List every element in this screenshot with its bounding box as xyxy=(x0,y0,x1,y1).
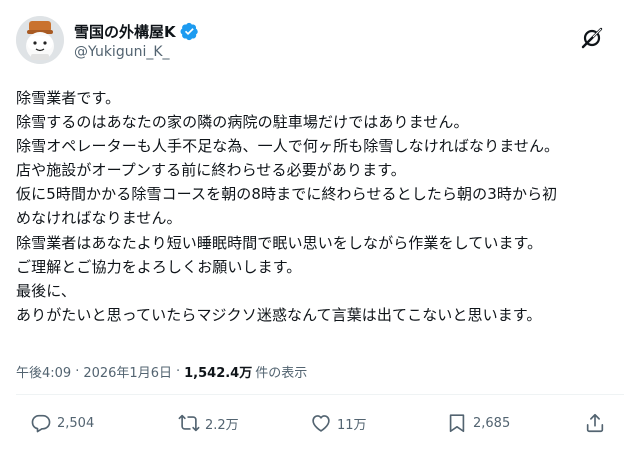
share-icon xyxy=(586,413,604,433)
views-count: 1,542.4万 xyxy=(184,366,253,381)
meta-separator: · xyxy=(75,364,80,379)
post-time[interactable]: 午後4:09 xyxy=(16,362,71,381)
tweet-line: 最後に、 xyxy=(16,281,76,300)
bookmark-count: 2,685 xyxy=(473,415,511,431)
display-name[interactable]: 雪国の外構屋K xyxy=(74,21,176,42)
like-count: 11万 xyxy=(337,417,367,433)
snowman-avatar-icon xyxy=(16,16,64,64)
reply-count: 2,504 xyxy=(57,415,95,431)
repost-count: 2.2万 xyxy=(205,417,239,433)
bookmark-icon xyxy=(449,414,465,433)
tweet-line: 店や施設がオープンする前に終わらせる必要があります。 xyxy=(16,161,406,180)
repost-icon xyxy=(178,414,200,432)
repost-button[interactable]: 2.2万 xyxy=(178,410,239,436)
tweet-line: 除雪するのはあなたの家の隣の病院の駐車場だけではありません。 xyxy=(16,113,469,132)
reply-button[interactable]: 2,504 xyxy=(30,410,94,436)
name-row: 雪国の外構屋K xyxy=(74,20,199,42)
grok-icon[interactable] xyxy=(580,26,604,50)
user-handle[interactable]: @Yukiguni_K_ xyxy=(74,44,170,60)
action-bar: 2,504 2.2万 11万 2,685 xyxy=(30,410,620,436)
divider xyxy=(16,394,624,395)
tweet-line: ありがたいと思っていたらマジクソ迷惑なんて言葉は出てこないと思います。 xyxy=(16,305,542,324)
tweet-line: 除雪業者はあなたより短い睡眠時間で眠い思いをしながら作業をしています。 xyxy=(16,233,543,252)
views-label: 件の表示 xyxy=(255,366,308,381)
meta-separator: · xyxy=(175,364,181,379)
tweet-line: めなければなりません。 xyxy=(16,209,182,228)
tweet-line: ご理解とご協力をよろしくお願いします。 xyxy=(16,257,302,276)
post-date[interactable]: 2026年1月6日 xyxy=(83,362,172,381)
tweet-line: 仮に5時間かかる除雪コースを朝の8時までに終わらせるとしたら朝の3時から初 xyxy=(16,185,558,204)
tweet-text: 除雪業者です。 除雪するのはあなたの家の隣の病院の駐車場だけではありません。 除… xyxy=(16,86,628,327)
bookmark-button[interactable]: 2,685 xyxy=(446,410,510,436)
share-button[interactable] xyxy=(584,410,606,436)
like-button[interactable]: 11万 xyxy=(310,410,367,436)
avatar[interactable] xyxy=(16,16,64,64)
tweet-meta: 午後4:09 · 2026年1月6日 · 1,542.4万 件の表示 xyxy=(16,362,307,381)
tweet-header: 雪国の外構屋K @Yukiguni_K_ xyxy=(16,16,624,68)
reply-icon xyxy=(31,414,51,433)
tweet-line: 除雪オペレーターも人手不足な為、一人で何ヶ所も除雪しなければなりません。 xyxy=(16,137,560,156)
like-icon xyxy=(312,415,330,432)
tweet-line: 除雪業者です。 xyxy=(16,89,121,107)
verified-badge-icon xyxy=(180,22,198,40)
